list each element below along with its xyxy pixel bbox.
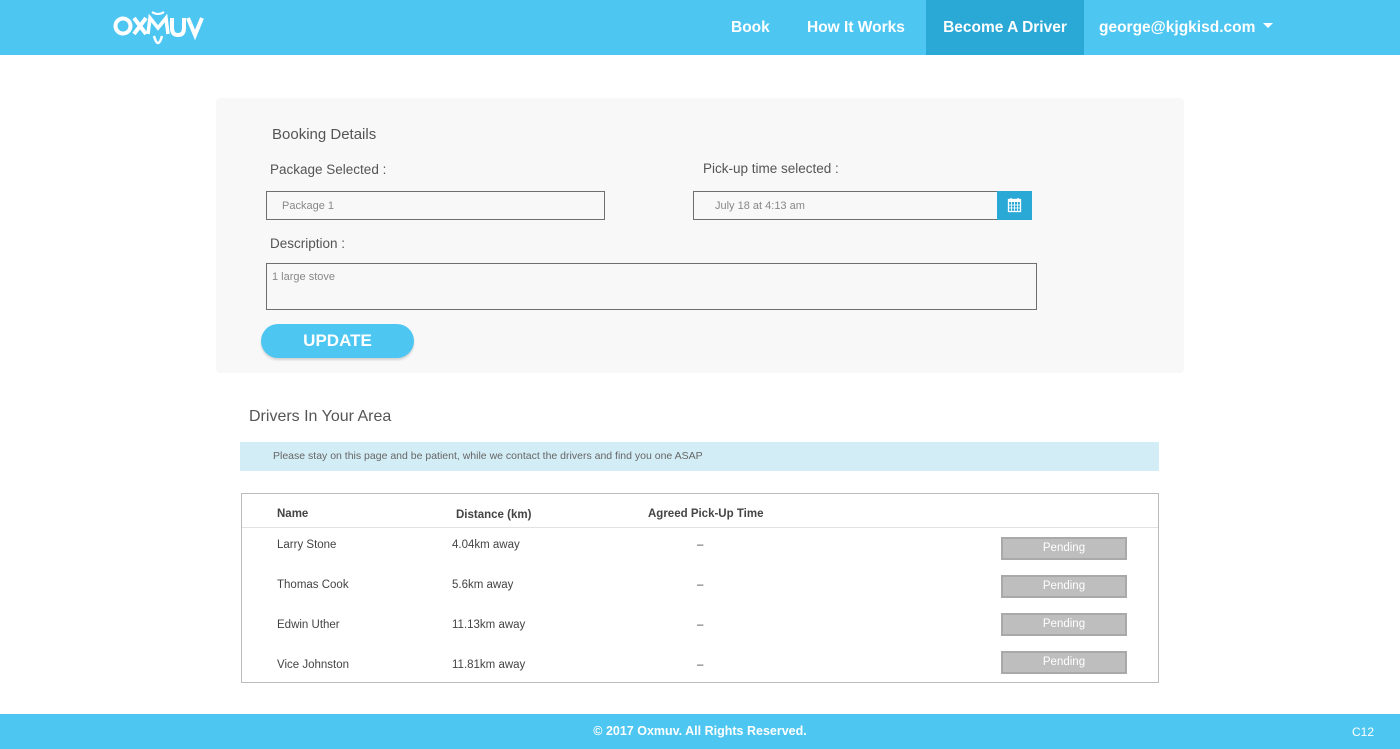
driver-name: Larry Stone xyxy=(277,539,337,551)
oxmuv-logo[interactable] xyxy=(112,6,212,50)
driver-pickup-time: – xyxy=(697,579,704,591)
user-email: george@kjgkisd.com xyxy=(1099,19,1256,36)
drivers-table-header: Name Distance (km) Agreed Pick-Up Time xyxy=(242,494,1158,528)
copyright-text: © 2017 Oxmuv. All Rights Reserved. xyxy=(593,724,807,738)
update-button[interactable]: UPDATE xyxy=(261,324,414,358)
booking-details-title: Booking Details xyxy=(272,126,377,143)
table-row: Vice Johnston 11.81km away – Pending xyxy=(242,651,1158,699)
footer: © 2017 Oxmuv. All Rights Reserved. C12 xyxy=(0,714,1400,749)
chevron-down-icon xyxy=(1263,23,1274,29)
column-header-distance: Distance (km) xyxy=(456,509,532,521)
status-pending-button[interactable]: Pending xyxy=(1001,575,1127,598)
driver-pickup-time: – xyxy=(697,619,704,631)
pickup-time-field[interactable]: July 18 at 4:13 am xyxy=(693,191,998,220)
table-row: Larry Stone 4.04km away – Pending xyxy=(242,537,1158,579)
status-pending-button[interactable]: Pending xyxy=(1001,613,1127,636)
column-header-name: Name xyxy=(277,508,309,520)
status-pending-button[interactable]: Pending xyxy=(1001,651,1127,674)
drivers-section-title: Drivers In Your Area xyxy=(249,408,392,425)
booking-details-panel: Booking Details Package Selected : Packa… xyxy=(216,98,1184,373)
user-menu-dropdown[interactable]: george@kjgkisd.com xyxy=(1084,0,1288,55)
logo-mark xyxy=(113,11,204,45)
driver-distance: 4.04km away xyxy=(452,539,520,551)
driver-pickup-time: – xyxy=(697,539,704,551)
calendar-button[interactable] xyxy=(997,191,1032,220)
driver-distance: 11.13km away xyxy=(452,619,526,631)
top-navbar: Book How It Works Become A Driver george… xyxy=(0,0,1400,55)
drivers-table: Name Distance (km) Agreed Pick-Up Time L… xyxy=(241,493,1159,683)
corner-badge: C12 xyxy=(1352,725,1375,739)
pickup-time-label: Pick-up time selected : xyxy=(703,161,839,176)
description-label: Description : xyxy=(270,236,346,251)
package-field[interactable]: Package 1 xyxy=(266,191,605,220)
driver-name: Edwin Uther xyxy=(277,619,340,631)
nav-how-it-works-link[interactable]: How It Works xyxy=(792,0,920,55)
package-label: Package Selected : xyxy=(270,162,387,177)
driver-pickup-time: – xyxy=(697,659,704,671)
driver-distance: 11.81km away xyxy=(452,659,526,671)
nav-become-driver-link[interactable]: Become A Driver xyxy=(926,0,1084,55)
driver-distance: 5.6km away xyxy=(452,579,514,591)
column-header-pickup-time: Agreed Pick-Up Time xyxy=(648,508,764,520)
driver-name: Thomas Cook xyxy=(277,579,349,591)
driver-name: Vice Johnston xyxy=(277,659,350,671)
calendar-icon xyxy=(1007,198,1022,213)
status-pending-button[interactable]: Pending xyxy=(1001,537,1127,560)
waiting-notice: Please stay on this page and be patient,… xyxy=(240,442,1159,471)
nav-book-link[interactable]: Book xyxy=(716,0,785,55)
description-textarea[interactable]: 1 large stove xyxy=(266,263,1037,310)
